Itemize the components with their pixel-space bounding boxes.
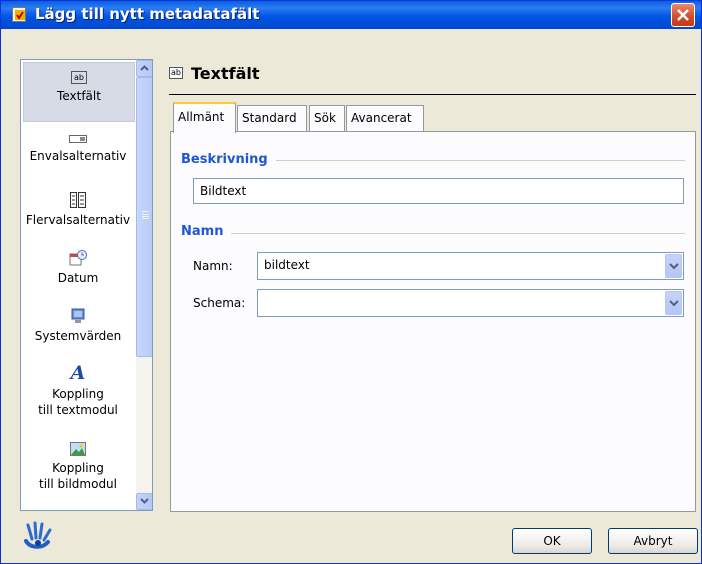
chevron-up-icon [140, 65, 149, 71]
group-divider [181, 233, 685, 234]
sidebar-item-label: till bildmodul [38, 477, 117, 491]
sidebar-item-text-module[interactable]: A Koppling till textmodul [21, 362, 135, 432]
sidebar-item-label: till textmodul [38, 403, 118, 417]
name-label: Namn: [193, 259, 233, 273]
name-group-title: Namn [181, 224, 232, 239]
sidebar-item-system-values[interactable]: Systemvärden [21, 308, 135, 352]
sidebar-item-label: Envalsalternativ [29, 149, 127, 163]
description-group-title: Beskrivning [181, 152, 276, 167]
sidebar-item-image-module[interactable]: Koppling till bildmodul [21, 442, 135, 510]
sidebar-item-date[interactable]: Datum [21, 250, 135, 294]
tab-panel-general: Beskrivning Bildtext Namn Namn: bildtext… [170, 131, 696, 512]
sidebar-item-multi-choice[interactable]: Flervalsalternativ [21, 192, 135, 236]
schema-combobox[interactable] [257, 289, 684, 317]
textfield-icon: ab [71, 71, 87, 84]
description-input[interactable]: Bildtext [193, 178, 684, 204]
title-bar[interactable]: Lägg till nytt metadatafält [1, 1, 701, 29]
scroll-down-button[interactable] [136, 493, 152, 510]
calendar-icon [69, 250, 87, 266]
tab-advanced[interactable]: Avancerat [346, 105, 424, 131]
cancel-button[interactable]: Avbryt [608, 528, 698, 554]
ok-button[interactable]: OK [512, 528, 592, 554]
header-divider [169, 94, 696, 95]
close-button[interactable] [671, 3, 695, 27]
scroll-up-button[interactable] [136, 60, 152, 77]
single-choice-icon [69, 135, 87, 143]
sidebar-item-label: Datum [57, 271, 99, 285]
text-module-icon: A [69, 362, 85, 382]
window-title: Lägg till nytt metadatafält [35, 5, 260, 23]
image-module-icon [70, 442, 86, 456]
sidebar-item-label: Systemvärden [34, 329, 122, 343]
sidebar-item-label: Koppling [52, 387, 104, 401]
sidebar-item-textfield[interactable]: ab Textfält [23, 62, 135, 122]
name-combobox-value: bildtext [264, 258, 310, 272]
close-icon [677, 9, 689, 21]
tab-search[interactable]: Sök [309, 105, 345, 131]
name-dropdown-button[interactable] [665, 254, 682, 278]
chevron-down-icon [140, 498, 149, 504]
tab-general[interactable]: Allmänt [173, 102, 236, 133]
chevron-down-icon [669, 300, 679, 307]
tab-standard[interactable]: Standard [237, 105, 307, 131]
sidebar-item-label: Textfält [57, 89, 101, 103]
chevron-down-icon [669, 263, 679, 270]
sidebar-scrollbar[interactable] [136, 60, 152, 510]
schema-dropdown-button[interactable] [665, 291, 682, 315]
computer-icon [71, 308, 85, 323]
sidebar-item-label: Koppling [52, 461, 104, 475]
svg-text:A: A [69, 362, 85, 382]
page-title: Textfält [191, 64, 260, 83]
grip-icon [142, 211, 149, 219]
dialog-window: Lägg till nytt metadatafält ab Textfält … [0, 0, 702, 564]
sidebar-item-label: Flervalsalternativ [25, 213, 131, 227]
schema-label: Schema: [193, 296, 246, 310]
app-icon [12, 7, 26, 22]
multi-choice-icon [70, 192, 86, 208]
sidebar-item-single-choice[interactable]: Envalsalternativ [21, 134, 135, 178]
field-type-list: ab Textfält Envalsalternativ Flervalsalt… [20, 59, 153, 511]
name-combobox[interactable]: bildtext [257, 252, 684, 280]
textfield-header-icon: ab [169, 67, 183, 79]
hand-logo-icon [24, 521, 52, 549]
scroll-thumb[interactable] [136, 77, 152, 357]
